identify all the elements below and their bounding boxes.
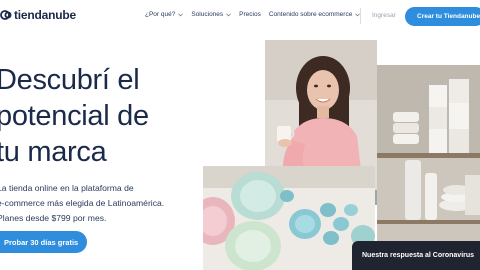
create-store-button[interactable]: Crear tu Tiendanube (405, 7, 480, 26)
ceramic-bowls-image (203, 166, 375, 270)
headline-line: Descubrí el (0, 64, 140, 96)
hero-description: La tienda online en la plataforma de e-c… (0, 181, 197, 226)
description-line: e-commerce más elegida de Latinoamérica. (0, 198, 165, 208)
tiendanube-logo-icon (0, 10, 12, 20)
bowls-photo (203, 166, 375, 270)
free-trial-button[interactable]: Probar 30 días gratis (0, 231, 87, 253)
nav-item-label: Precios (239, 11, 261, 18)
nav-divider (360, 8, 361, 24)
nav-item-por-que[interactable]: ¿Por qué? (145, 11, 184, 18)
nav-item-soluciones[interactable]: Soluciones (191, 11, 232, 18)
ceramics-shelf-image (377, 65, 480, 270)
logo-text: tiendanube (14, 8, 77, 22)
top-header: tiendanube ¿Por qué? Soluciones Precios … (0, 0, 480, 34)
nav-item-label: ¿Por qué? (145, 11, 176, 18)
main-nav: ¿Por qué? Soluciones Precios Contenido s… (145, 11, 368, 18)
chevron-down-icon (178, 12, 184, 16)
nav-item-precios[interactable]: Precios (239, 11, 261, 18)
coronavirus-notice-button[interactable]: Nuestra respuesta al Coronavirus (352, 241, 480, 270)
shelf-photo (377, 65, 480, 270)
headline-line: tu marca (0, 136, 107, 168)
login-link[interactable]: Ingresar (372, 12, 396, 19)
description-line: La tienda online en la plataforma de (0, 183, 134, 193)
chevron-down-icon (226, 12, 232, 16)
hero-headline: Descubrí el potencial de tu marca (0, 62, 196, 170)
nav-item-contenido[interactable]: Contenido sobre ecommerce (268, 11, 361, 18)
description-line: Planes desde $799 por mes. (0, 213, 107, 223)
nav-item-label: Contenido sobre ecommerce (268, 11, 353, 18)
nav-item-label: Soluciones (191, 11, 224, 18)
logo[interactable]: tiendanube (0, 8, 76, 22)
headline-line: potencial de (0, 100, 149, 132)
